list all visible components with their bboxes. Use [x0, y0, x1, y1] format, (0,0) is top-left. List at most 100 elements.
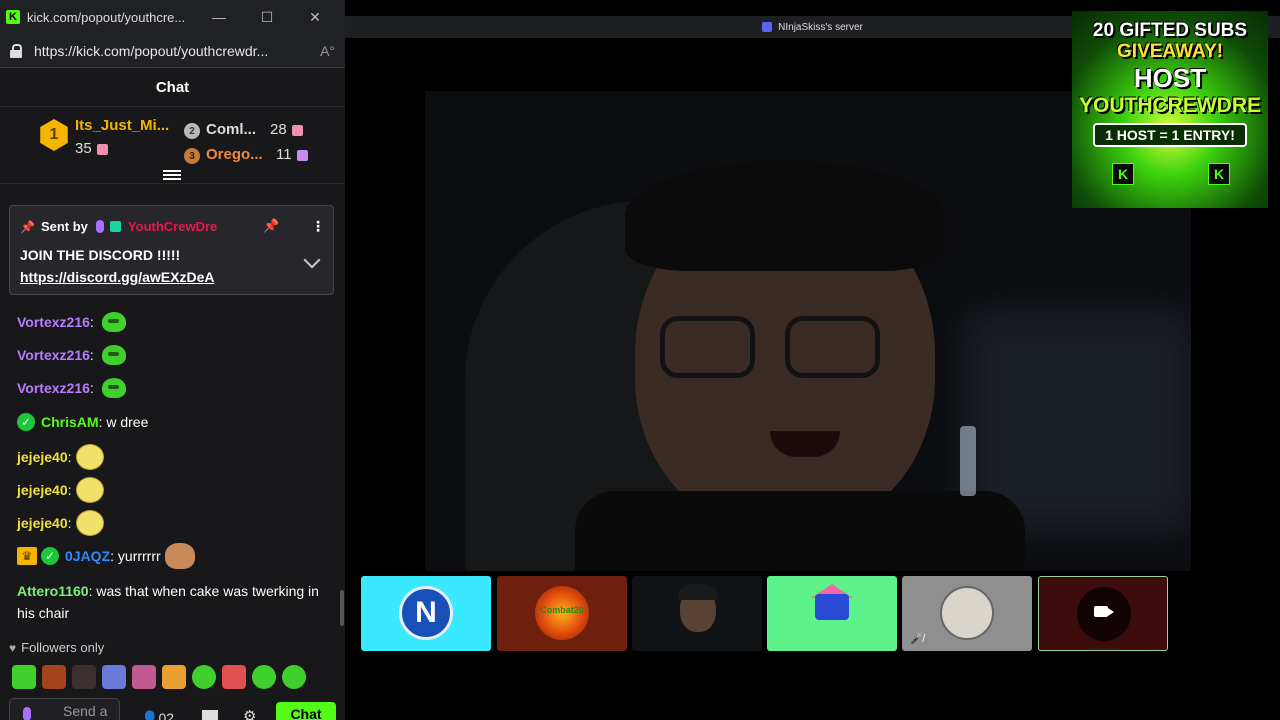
url-text[interactable]: https://kick.com/popout/youthcrewdr...: [34, 43, 320, 59]
discord-logo-icon: [762, 22, 773, 32]
giveaway-line1: 20 GIFTED SUBS: [1092, 20, 1248, 41]
emote-7-icon[interactable]: [192, 665, 216, 689]
pinned-header: 📌 Sent by YouthCrewDre: [20, 219, 217, 234]
chat-username[interactable]: Vortexz216: [17, 314, 90, 330]
lock-icon[interactable]: [10, 43, 22, 58]
chat-message: Vortexz216:: [17, 312, 126, 332]
chat-username[interactable]: Attero1160: [17, 583, 89, 599]
users-icon[interactable]: 👤02: [141, 710, 174, 720]
maximize-button[interactable]: ☐: [243, 9, 291, 26]
store-icon[interactable]: [202, 710, 218, 720]
send-chat-button[interactable]: Chat: [276, 702, 336, 720]
chick-emote-icon[interactable]: [75, 510, 104, 536]
camera-icon: [1094, 606, 1114, 617]
leaderboard-first-count: 35: [75, 140, 108, 157]
emote-2-icon[interactable]: [42, 665, 66, 689]
chick-emote-icon[interactable]: [75, 444, 104, 470]
users-count: 02: [158, 710, 175, 720]
leaderboard-third-count: 11: [276, 146, 308, 163]
gifter-badge-icon: [109, 221, 121, 232]
kick-logo-icon: K: [6, 10, 20, 24]
pinned-message: 📌 Sent by YouthCrewDre 📌 ⋮ JOIN THE DISC…: [9, 205, 334, 295]
microphone-icon[interactable]: [23, 707, 31, 720]
chat-input-placeholder[interactable]: Send a: [63, 703, 107, 719]
chat-message: jejeje40:: [17, 477, 104, 503]
emote-1-icon[interactable]: [12, 665, 36, 689]
chat-username[interactable]: jejeje40: [17, 482, 68, 498]
colon: :: [67, 449, 72, 465]
mic-badge-icon: [95, 220, 104, 233]
emote-10-icon[interactable]: [282, 665, 306, 689]
chat-message: ✓ ChrisAM: w dree: [17, 413, 148, 431]
leaderboard-third-count-value: 11: [276, 146, 292, 163]
emote-5-icon[interactable]: [132, 665, 156, 689]
participant-tile-5[interactable]: 🎤̸: [902, 576, 1032, 651]
frog-emote-icon[interactable]: [101, 378, 126, 398]
avatar-text: Combat20: [540, 605, 584, 615]
verified-badge-icon: ✓: [17, 413, 35, 431]
gift-icon: [96, 143, 108, 155]
chat-username[interactable]: 0JAQZ: [65, 548, 110, 564]
gear-icon[interactable]: ⚙: [243, 707, 256, 720]
chat-username[interactable]: Vortexz216: [17, 380, 90, 396]
giveaway-host: HOST: [1133, 63, 1207, 93]
chat-username[interactable]: Vortexz216: [17, 347, 90, 363]
collapse-leaderboard-icon[interactable]: [163, 170, 181, 184]
leaderboard-second-count: 28: [270, 121, 303, 138]
address-bar[interactable]: https://kick.com/popout/youthcrewdr... A…: [0, 34, 345, 68]
emote-3-icon[interactable]: [72, 665, 96, 689]
rank-3-icon: 3: [184, 148, 200, 164]
emote-6-icon[interactable]: [162, 665, 186, 689]
colon: :: [67, 515, 72, 531]
leaderboard-third-name[interactable]: Orego...: [206, 146, 263, 163]
chat-popout-window: K kick.com/popout/youthcre... — ☐ ✕ http…: [0, 0, 345, 720]
colon: :: [89, 380, 94, 396]
chat-text: w dree: [102, 414, 149, 430]
rank-1-medal-icon: 1: [40, 119, 68, 151]
kick-logo-icon: K: [1112, 163, 1134, 185]
followers-only-label: Followers only: [21, 640, 105, 655]
heart-icon: ♥: [9, 640, 17, 655]
minimize-button[interactable]: —: [195, 9, 243, 25]
chat-message: Vortexz216:: [17, 345, 126, 365]
frog-emote-icon[interactable]: [101, 312, 126, 332]
house-avatar: [815, 594, 849, 620]
chat-scrollbar[interactable]: [340, 590, 344, 626]
chat-header: Chat: [0, 68, 345, 107]
chat-username[interactable]: jejeje40: [17, 449, 68, 465]
window-titlebar: K kick.com/popout/youthcre... — ☐ ✕: [0, 0, 345, 34]
participant-tile-4[interactable]: [767, 576, 897, 651]
chat-input-row: Send a 👤02 ⚙ Chat: [0, 698, 345, 720]
chat-username[interactable]: ChrisAM: [41, 414, 99, 430]
hamster-emote-icon[interactable]: [164, 543, 195, 569]
emote-9-icon[interactable]: [252, 665, 276, 689]
chevron-down-icon[interactable]: [303, 251, 321, 269]
discord-link[interactable]: https://discord.gg/awEXzDeA: [20, 269, 214, 285]
participant-tile-3[interactable]: [632, 576, 762, 651]
pinned-username[interactable]: YouthCrewDre: [128, 219, 217, 234]
emote-8-icon[interactable]: [222, 665, 246, 689]
colon: :: [67, 482, 72, 498]
avatar: [940, 586, 994, 640]
chat-message: jejeje40:: [17, 444, 104, 470]
giveaway-line2: GIVEAWAY!: [1117, 41, 1223, 62]
chat-message: Vortexz216:: [17, 378, 126, 398]
emote-4-icon[interactable]: [102, 665, 126, 689]
leaderboard-second-name[interactable]: Coml...: [206, 121, 256, 138]
leaderboard-first-name[interactable]: Its_Just_Mi...: [75, 117, 169, 134]
participant-tile-2[interactable]: Combat20: [497, 576, 627, 651]
chick-emote-icon[interactable]: [75, 477, 104, 503]
more-options-icon[interactable]: ⋮: [311, 218, 325, 235]
giveaway-name: YOUTHCREWDRE: [1079, 94, 1261, 117]
crown-badge-icon: ♛: [17, 547, 37, 565]
chat-username[interactable]: jejeje40: [17, 515, 68, 531]
close-button[interactable]: ✕: [291, 9, 339, 26]
frog-emote-icon[interactable]: [101, 345, 126, 365]
participant-tile-6[interactable]: [1038, 576, 1168, 651]
streamer-glasses: [660, 316, 890, 386]
read-aloud-icon[interactable]: A°: [320, 43, 335, 59]
window-title: kick.com/popout/youthcre...: [27, 9, 186, 25]
rank-2-icon: 2: [184, 123, 200, 139]
unpin-icon[interactable]: 📌: [263, 218, 279, 234]
participant-tile-1[interactable]: N: [361, 576, 491, 651]
